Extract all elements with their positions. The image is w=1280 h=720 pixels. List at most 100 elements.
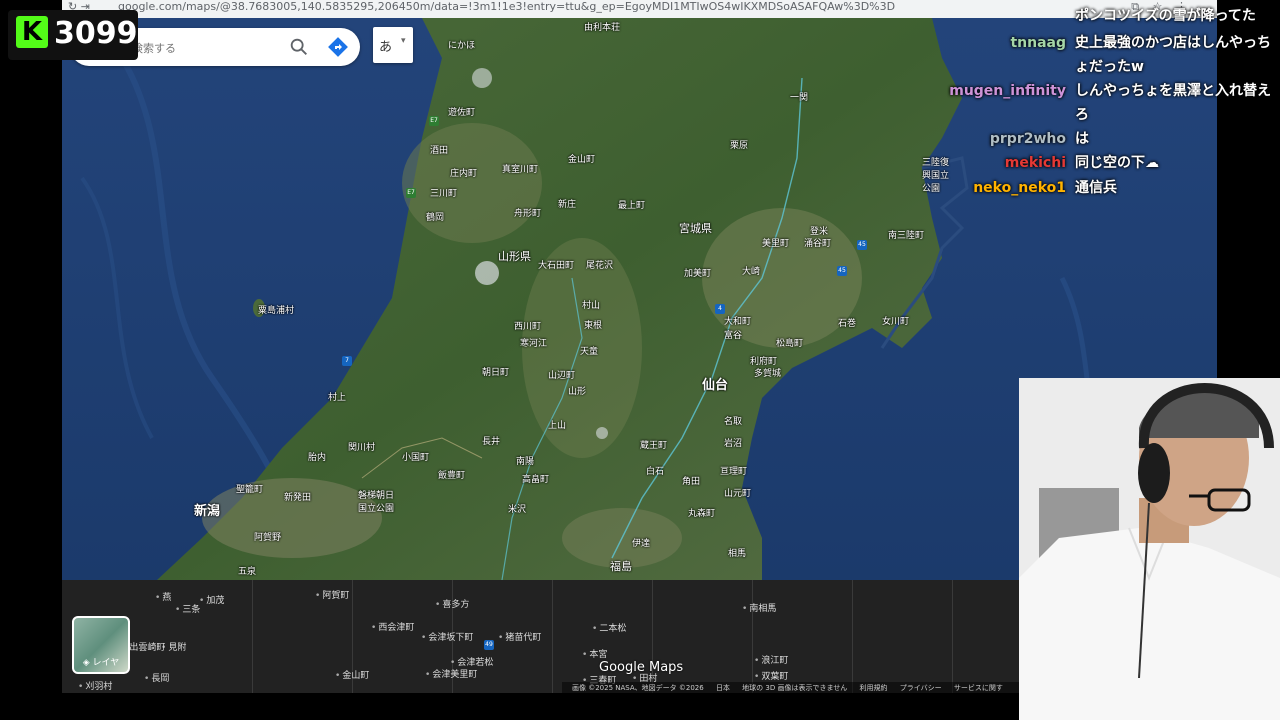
- input-method-toggle[interactable]: あ ▾: [373, 27, 413, 63]
- map-label-murayama[interactable]: 村山: [582, 298, 600, 311]
- map-label-tome[interactable]: 登米: [810, 224, 828, 237]
- privacy-link[interactable]: プライバシー: [900, 684, 942, 692]
- map-label-murakami[interactable]: 村上: [328, 390, 346, 403]
- map-label-mamurogawa[interactable]: 真室川町: [502, 162, 538, 175]
- chat-message: mekichi 同じ空の下☁: [940, 151, 1280, 175]
- map-label-ichinoseki[interactable]: 一関: [790, 90, 808, 103]
- map-label-yuza[interactable]: 遊佐町: [448, 105, 475, 118]
- map-label-natori[interactable]: 名取: [724, 414, 742, 427]
- strip-label-motomiya[interactable]: 本宮: [582, 647, 607, 660]
- strip-label-namie[interactable]: 浪江町: [754, 653, 788, 666]
- map-label-yamagata-pref[interactable]: 山形県: [498, 248, 531, 264]
- map-bottom-strip[interactable]: 燕 三条 加茂 見附 長岡 刈羽村 阿賀町 西会津町 会津坂下町 喜多方 猪苗代…: [62, 580, 1019, 694]
- url-text[interactable]: google.com/maps/@38.7683005,140.5835295,…: [118, 0, 895, 14]
- country-link[interactable]: 日本: [716, 684, 730, 692]
- terms-link[interactable]: 利用規約: [860, 684, 888, 692]
- map-label-oishida[interactable]: 大石田町: [538, 258, 574, 271]
- map-label-niigata[interactable]: 新潟: [194, 500, 220, 519]
- map-label-miyagi-pref[interactable]: 宮城県: [679, 220, 712, 236]
- map-label-takahata[interactable]: 高畠町: [522, 472, 549, 485]
- map-label-nishikawa[interactable]: 西川町: [514, 319, 541, 332]
- map-label-mogami[interactable]: 最上町: [618, 198, 645, 211]
- map-label-minamisanriku[interactable]: 南三陸町: [888, 228, 924, 241]
- map-label-oguni[interactable]: 小国町: [402, 450, 429, 463]
- map-label-soma[interactable]: 相馬: [728, 546, 746, 559]
- map-label-mikawa[interactable]: 三川町: [430, 186, 457, 199]
- map-label-yamanobe[interactable]: 山辺町: [548, 368, 575, 381]
- map-label-sendai[interactable]: 仙台: [702, 374, 728, 393]
- map-label-matsushima[interactable]: 松島町: [776, 336, 803, 349]
- map-label-nagai[interactable]: 長井: [482, 434, 500, 447]
- map-label-gosen[interactable]: 五泉: [238, 564, 256, 577]
- map-label-taiwa[interactable]: 大和町: [724, 314, 751, 327]
- map-label-nanyo[interactable]: 南陽: [516, 454, 534, 467]
- map-label-kami[interactable]: 加美町: [684, 266, 711, 279]
- map-label-sagae[interactable]: 寒河江: [520, 336, 547, 349]
- service-link[interactable]: サービスに関す: [954, 684, 1003, 692]
- map-label-shiroishi[interactable]: 白石: [646, 464, 664, 477]
- map-label-yonezawa[interactable]: 米沢: [508, 502, 526, 515]
- map-label-higashine[interactable]: 東根: [584, 318, 602, 331]
- map-label-misato[interactable]: 美里町: [762, 236, 789, 249]
- map-label-shinjo[interactable]: 新庄: [558, 197, 576, 210]
- map-label-tomiya[interactable]: 富谷: [724, 328, 742, 341]
- map-label-yamagata[interactable]: 山形: [568, 384, 586, 397]
- layer-button[interactable]: ◈ レイヤ: [72, 616, 130, 674]
- strip-label-minamisoma[interactable]: 南相馬: [742, 601, 776, 614]
- map-label-awashima[interactable]: 粟島浦村: [258, 303, 294, 316]
- chat-username: tnnaag: [1010, 35, 1066, 51]
- directions-icon[interactable]: [326, 35, 350, 59]
- map-label-yurihonjo[interactable]: 由利本荘: [584, 20, 620, 33]
- strip-label-inawashiro[interactable]: 猪苗代町: [498, 630, 541, 643]
- map-label-funagata[interactable]: 舟形町: [514, 206, 541, 219]
- map-label-wakuya[interactable]: 涌谷町: [804, 236, 831, 249]
- chevron-down-icon[interactable]: ▾: [401, 36, 406, 46]
- map-label-sakata[interactable]: 酒田: [430, 143, 448, 156]
- strip-label-aizumisato[interactable]: 会津美里町: [425, 667, 477, 680]
- map-label-date[interactable]: 伊達: [632, 536, 650, 549]
- search-icon[interactable]: [288, 36, 310, 58]
- map-label-tainai[interactable]: 胎内: [308, 450, 326, 463]
- strip-label-sanjo[interactable]: 三条: [175, 602, 200, 615]
- map-label-shibata[interactable]: 新発田: [284, 490, 311, 503]
- map-label-ishinomaki[interactable]: 石巻: [838, 316, 856, 329]
- route-e7-sign: E7: [429, 116, 439, 126]
- map-label-marumori[interactable]: 丸森町: [688, 506, 715, 519]
- strip-label-nihonmatsu[interactable]: 二本松: [592, 621, 626, 634]
- map-label-tendo[interactable]: 天童: [580, 344, 598, 357]
- webcam-feed: [1019, 378, 1280, 720]
- map-label-shonai[interactable]: 庄内町: [450, 166, 477, 179]
- strip-label-tsubame[interactable]: 燕: [155, 590, 171, 603]
- chat-text: 史上最強のかつ店はしんやっちょだったw: [1075, 35, 1271, 75]
- map-label-bandai-park[interactable]: 磐梯朝日国立公園: [358, 488, 402, 514]
- strip-label-aga[interactable]: 阿賀町: [315, 588, 349, 601]
- map-label-iwanuma[interactable]: 岩沼: [724, 436, 742, 449]
- map-label-tagajo[interactable]: 多賀城: [754, 366, 781, 379]
- map-label-seiro[interactable]: 聖籠町: [236, 482, 263, 495]
- map-label-obanazawa[interactable]: 尾花沢: [586, 258, 613, 271]
- strip-label-futaba[interactable]: 双葉町: [754, 669, 788, 682]
- map-label-kaneyama[interactable]: 金山町: [568, 152, 595, 165]
- strip-label-kaneyama[interactable]: 金山町: [335, 668, 369, 681]
- map-label-sekikawa[interactable]: 関川村: [348, 440, 375, 453]
- map-label-osaki[interactable]: 大崎: [742, 264, 760, 277]
- strip-label-kariwa[interactable]: 刈羽村: [78, 679, 112, 692]
- strip-label-aizubange[interactable]: 会津坂下町: [421, 630, 473, 643]
- map-label-kurihara[interactable]: 栗原: [730, 138, 748, 151]
- map-label-fukushima[interactable]: 福島: [610, 558, 632, 574]
- map-label-tsuruoka[interactable]: 鶴岡: [426, 210, 444, 223]
- map-label-agano[interactable]: 阿賀野: [254, 530, 281, 543]
- map-label-yamamoto[interactable]: 山元町: [724, 486, 751, 499]
- strip-label-nishiaizu[interactable]: 西会津町: [371, 620, 414, 633]
- map-label-onagawa[interactable]: 女川町: [882, 314, 909, 327]
- map-label-watari[interactable]: 亘理町: [720, 464, 747, 477]
- strip-label-kitakata[interactable]: 喜多方: [435, 597, 469, 610]
- strip-label-kamo[interactable]: 加茂: [199, 593, 224, 606]
- map-label-zao[interactable]: 蔵王町: [640, 438, 667, 451]
- map-label-kakuda[interactable]: 角田: [682, 474, 700, 487]
- map-label-asahi[interactable]: 朝日町: [482, 365, 509, 378]
- map-label-nikaho[interactable]: にかほ: [448, 38, 475, 51]
- strip-label-nagaoka[interactable]: 長岡: [144, 671, 169, 684]
- map-label-kaminoyama[interactable]: 上山: [548, 418, 566, 431]
- map-label-iide[interactable]: 飯豊町: [438, 468, 465, 481]
